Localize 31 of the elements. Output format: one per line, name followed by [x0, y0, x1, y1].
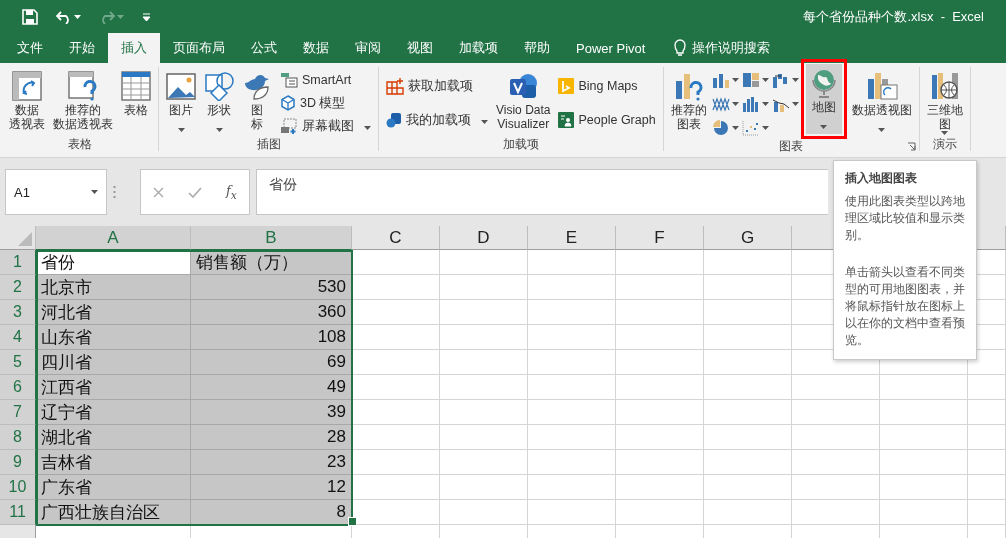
tooltip-title: 插入地图图表	[845, 170, 918, 187]
table-cell: 8	[191, 500, 352, 525]
table-cell: 广西壮族自治区	[36, 500, 191, 525]
group-label: 图表	[779, 139, 804, 154]
table-cell: 108	[191, 325, 352, 350]
table-cell: 吉林省	[36, 450, 191, 475]
table-cell: 湖北省	[36, 425, 191, 450]
table-cell: 销售额（万）	[191, 250, 352, 275]
table-cell: 28	[191, 425, 352, 450]
tooltip-text: 使用此图表类型以跨地理区域比较值和显示类别。	[845, 193, 966, 244]
table-cell: 北京市	[36, 275, 191, 300]
table-cell: 山东省	[36, 325, 191, 350]
table-cell: 49	[191, 375, 352, 400]
tooltip-text: 单击箭头以查看不同类型的可用地图图表，并将鼠标指针放在图标上以在你的文档中查看预览。	[845, 264, 966, 349]
group-label: 加载项	[502, 137, 539, 152]
table-cell: 省份	[36, 250, 191, 275]
table-cell: 39	[191, 400, 352, 425]
table-cell: 四川省	[36, 350, 191, 375]
table-cell: 69	[191, 350, 352, 375]
table-cell: 23	[191, 450, 352, 475]
table-cell: 530	[191, 275, 352, 300]
group-label: 表格	[68, 137, 92, 152]
table-cell: 360	[191, 300, 352, 325]
table-cell: 河北省	[36, 300, 191, 325]
window-title: 每个省份品种个数.xlsx - Excel	[803, 7, 984, 26]
group-label: 演示	[932, 137, 957, 152]
table-cell: 广东省	[36, 475, 191, 500]
table-cell: 江西省	[36, 375, 191, 400]
table-cell: 辽宁省	[36, 400, 191, 425]
table-cell: 12	[191, 475, 352, 500]
group-label: 插图	[256, 137, 281, 152]
